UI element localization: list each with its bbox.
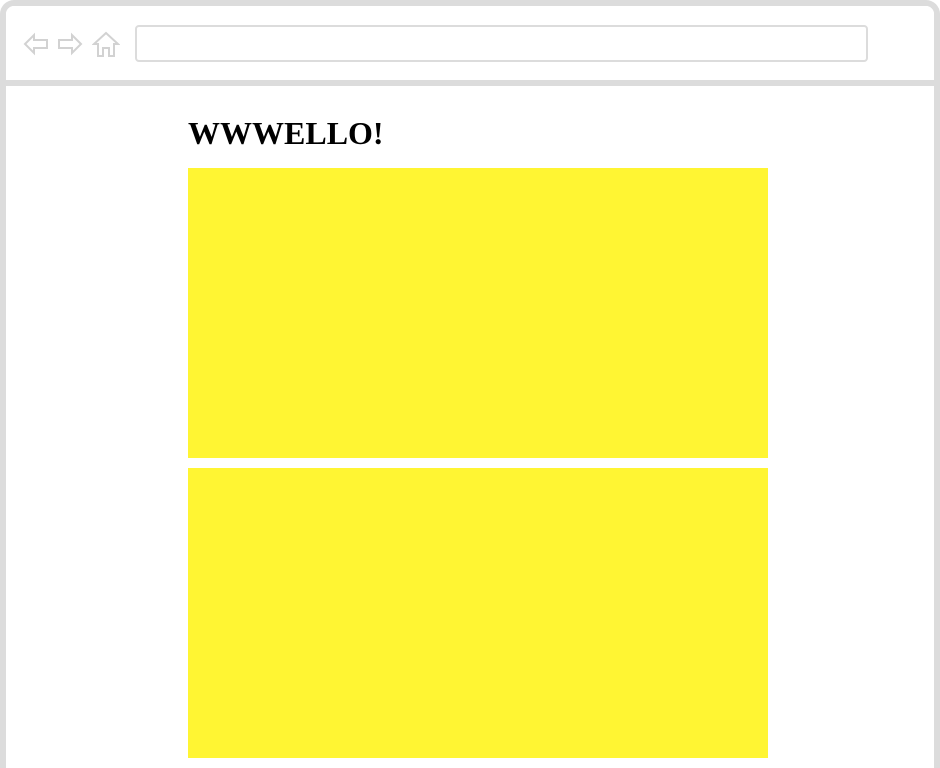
page-title: WWWELLO! [188, 115, 384, 151]
forward-arrow-icon[interactable] [56, 30, 84, 58]
back-arrow-icon[interactable] [22, 30, 50, 58]
browser-toolbar [6, 6, 934, 86]
page-viewport: WWWELLO! [6, 86, 934, 768]
browser-window: WWWELLO! [0, 0, 940, 768]
yellow-block [188, 168, 768, 458]
address-bar-input[interactable] [135, 25, 868, 62]
home-icon[interactable] [92, 30, 120, 58]
yellow-block [188, 468, 768, 758]
